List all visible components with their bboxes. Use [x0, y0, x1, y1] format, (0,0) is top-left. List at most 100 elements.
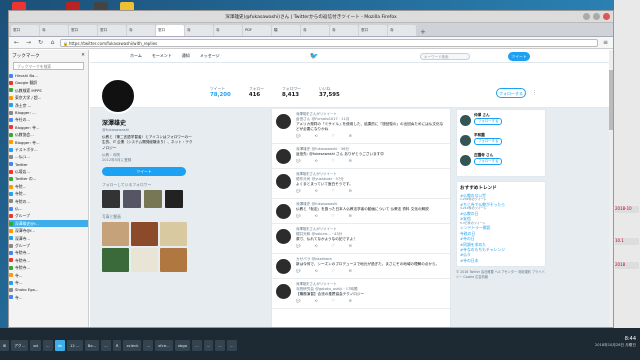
more-options-icon[interactable]: ⋮	[532, 90, 537, 96]
taskbar-button[interactable]: Ba...	[84, 339, 100, 351]
reply-icon[interactable]: 💬	[296, 134, 300, 139]
nav-home[interactable]: ホーム	[130, 53, 142, 59]
taskbar-button[interactable]: ...	[101, 339, 111, 351]
avatar[interactable]	[276, 204, 291, 219]
reply-icon[interactable]: 💬	[296, 269, 300, 274]
tweet[interactable]: 深澤雄史さんがリツイート 寺院研究会 @gotoku_oshiji · 17時間【…	[272, 279, 450, 309]
browser-tab[interactable]: 寺	[40, 25, 68, 36]
tweet[interactable]: カゼバラ @kazebara 新は今何で、シーズンのプロデュースで地元が過ぎた。ま…	[272, 254, 450, 279]
followers-section-title[interactable]: フォローしているフォロワー	[102, 182, 194, 188]
taskbar-button[interactable]: ...	[203, 339, 214, 351]
stat-followers[interactable]: フォロワー 8,413	[282, 86, 301, 98]
retweet-icon[interactable]: ⟲	[314, 269, 317, 274]
avatar[interactable]	[460, 135, 471, 146]
bookmark-item[interactable]: グループ	[9, 212, 88, 219]
photo-thumbnail[interactable]	[102, 248, 129, 273]
like-icon[interactable]: ♡	[332, 214, 335, 219]
like-icon[interactable]: ♡	[332, 134, 335, 139]
retweet-icon[interactable]: ⟲	[314, 159, 317, 164]
bookmark-item[interactable]: テストボタ...	[9, 146, 88, 153]
taskbar-button[interactable]: ...	[42, 339, 53, 351]
browser-tab[interactable]: 窓口	[98, 25, 126, 36]
avatar[interactable]	[276, 284, 291, 299]
taskbar-button[interactable]: アク...	[11, 339, 29, 351]
dm-icon[interactable]: ✉	[349, 214, 352, 219]
bookmark-item[interactable]: Hiroshi Ba...	[9, 72, 88, 79]
nav-moments[interactable]: モーメント	[152, 53, 172, 59]
bookmark-item[interactable]: Twitter	[9, 161, 88, 168]
avatar[interactable]	[276, 174, 291, 189]
avatar[interactable]	[460, 115, 471, 126]
tweet-author[interactable]: カゼバラ	[296, 257, 310, 261]
taskbar-button[interactable]: ...	[226, 339, 237, 351]
tweet-author[interactable]: 倉田さん	[296, 117, 310, 121]
sidebar-title[interactable]: ブックマーク	[12, 53, 40, 59]
bookmark-item[interactable]: 浄土宗 ...	[9, 102, 88, 109]
bookmark-item[interactable]: 仏壇店...	[9, 168, 88, 175]
browser-tab[interactable]: 寺	[388, 25, 416, 36]
browser-tab[interactable]: 寺	[330, 25, 358, 36]
bookmark-item[interactable]: 仏...	[9, 205, 88, 212]
taskbar-button[interactable]: ...	[143, 339, 154, 351]
bookmark-item[interactable]: Blogger: 寺...	[9, 124, 88, 131]
taskbar-button[interactable]: xbgo	[174, 339, 191, 351]
bookmark-item[interactable]: 深澤寺@f...	[9, 227, 88, 234]
browser-tab[interactable]: 窓口	[69, 25, 97, 36]
retweet-icon[interactable]: ⟲	[314, 214, 317, 219]
reply-icon[interactable]: 💬	[296, 299, 300, 304]
clock[interactable]: 8:44 2018年10月28日 月曜日	[595, 336, 636, 348]
bookmark-item[interactable]: 深澤雄史@f...	[9, 219, 88, 228]
tweet[interactable]: 深澤雄史 @fukasawashi 仏教と「仮定」を扱った日本人仏教法学者の動画に…	[272, 199, 450, 224]
tweet-author[interactable]: 深澤雄史	[296, 147, 310, 151]
taskbar-button[interactable]: ad	[30, 339, 41, 351]
retweet-icon[interactable]: ⟲	[314, 244, 317, 249]
tweet-author[interactable]: 寺院研究会	[296, 287, 314, 291]
trend-item[interactable]: #安倍 5.3万件のツイート	[460, 216, 542, 225]
like-icon[interactable]: ♡	[332, 269, 335, 274]
profile-tweet-button[interactable]: ツイート	[102, 167, 186, 177]
bookmark-item[interactable]: グループ	[9, 242, 88, 249]
photo-thumbnail[interactable]	[131, 222, 158, 247]
taskbar-button[interactable]: ...	[215, 339, 225, 351]
bookmark-item[interactable]: ...仏(1...	[9, 153, 88, 160]
window-titlebar[interactable]: 深澤雄史(@fukasawashi)さん | Twitterからの返信付きツイー…	[9, 11, 613, 23]
tweet[interactable]: 深澤雄史さんがリツイート 櫻井光和 @sakura... · 43分 原寸、仏れてな…	[272, 224, 450, 254]
maximize-button[interactable]	[593, 13, 600, 20]
reply-icon[interactable]: 💬	[296, 214, 300, 219]
back-icon[interactable]: ←	[12, 39, 21, 47]
reply-icon[interactable]: 💬	[296, 189, 300, 194]
bookmark-search-input[interactable]: ブックマークを検索	[13, 62, 84, 70]
tweet-author[interactable]: 深澤雄史	[296, 202, 310, 206]
trend-item[interactable]: #ちじ寺で仏教がそったら 3,210件のツイート	[460, 202, 542, 211]
follower-avatar[interactable]	[165, 190, 183, 209]
nav-messages[interactable]: メッセージ	[200, 53, 220, 59]
photo-thumbnail[interactable]	[102, 222, 129, 247]
taskbar-button[interactable]: ds	[54, 339, 65, 351]
tweet-author[interactable]: 優作元司	[296, 177, 310, 181]
browser-tab[interactable]: 窓口	[359, 25, 387, 36]
follower-avatar[interactable]	[144, 190, 162, 209]
forward-icon[interactable]: →	[24, 39, 33, 47]
avatar[interactable]	[460, 155, 471, 166]
dm-icon[interactable]: ✉	[349, 269, 352, 274]
browser-tab[interactable]: 寺	[301, 25, 329, 36]
bookmark-item[interactable]: 寺院の...	[9, 198, 88, 205]
bookmark-item[interactable]: 寺...	[9, 294, 88, 301]
bookmark-item[interactable]: 寺院...	[9, 190, 88, 197]
bookmark-item[interactable]: Shoko Ega...	[9, 286, 88, 293]
url-bar[interactable]: 🔒 https://twitter.com/fukasawashi/with_r…	[60, 38, 598, 47]
dm-icon[interactable]: ✉	[349, 189, 352, 194]
bookmark-item[interactable]: 仏教協会...	[9, 131, 88, 138]
photo-thumbnail[interactable]	[131, 248, 158, 273]
trend-item[interactable]: #寺の日本	[460, 258, 542, 263]
dm-icon[interactable]: ✉	[349, 159, 352, 164]
avatar[interactable]	[276, 259, 291, 274]
browser-tab[interactable]: 駿	[272, 25, 300, 36]
retweet-icon[interactable]: ⟲	[314, 189, 317, 194]
bookmark-item[interactable]: Twitter の...	[9, 175, 88, 182]
browser-tab-active[interactable]: 窓口	[156, 25, 184, 36]
browser-tab[interactable]: PDF	[243, 25, 271, 36]
tweet[interactable]: 深澤雄史さんがリツイート 倉田さん @Fumoto1017 · 11月 アメリカ発祥…	[272, 109, 450, 144]
twitter-search-input[interactable]: キーワード検索	[420, 53, 470, 60]
browser-tab[interactable]: 寺	[185, 25, 213, 36]
